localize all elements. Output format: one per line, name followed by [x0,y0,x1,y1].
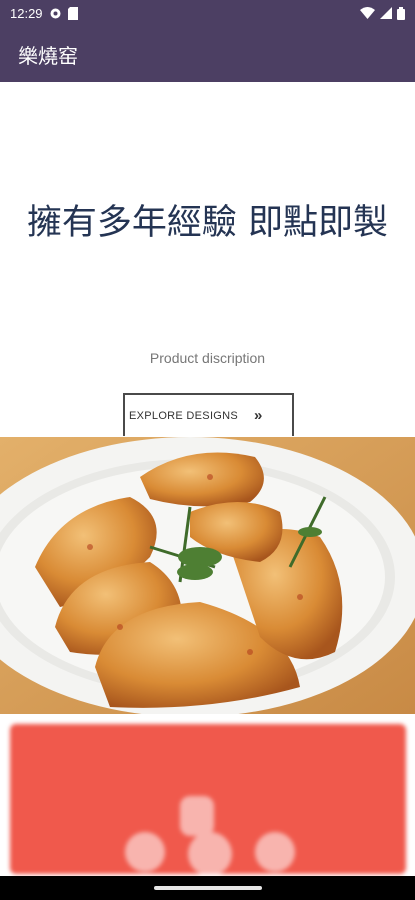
promo-banner[interactable] [10,724,406,874]
explore-designs-button[interactable]: EXPLORE DESIGNS » [123,393,294,436]
product-description: Product discription [149,350,266,366]
battery-icon [397,6,405,20]
home-gesture-bar[interactable] [153,886,262,890]
status-time: 12:29 [10,5,43,21]
gear-icon [49,7,62,20]
hero-title: 擁有多年經驗 即點即製 [26,203,389,243]
explore-designs-label: EXPLORE DESIGNS [129,409,239,422]
food-image [0,437,415,714]
status-bar: 12:29 [0,0,415,26]
double-chevron-right-icon: » [254,407,263,424]
sim-card-icon [67,6,78,20]
signal-icon [380,7,392,19]
system-nav-bar [0,876,415,900]
app-title: 樂燒窑 [18,43,78,68]
app-bar: 樂燒窑 [0,26,415,82]
wifi-icon [360,7,375,19]
